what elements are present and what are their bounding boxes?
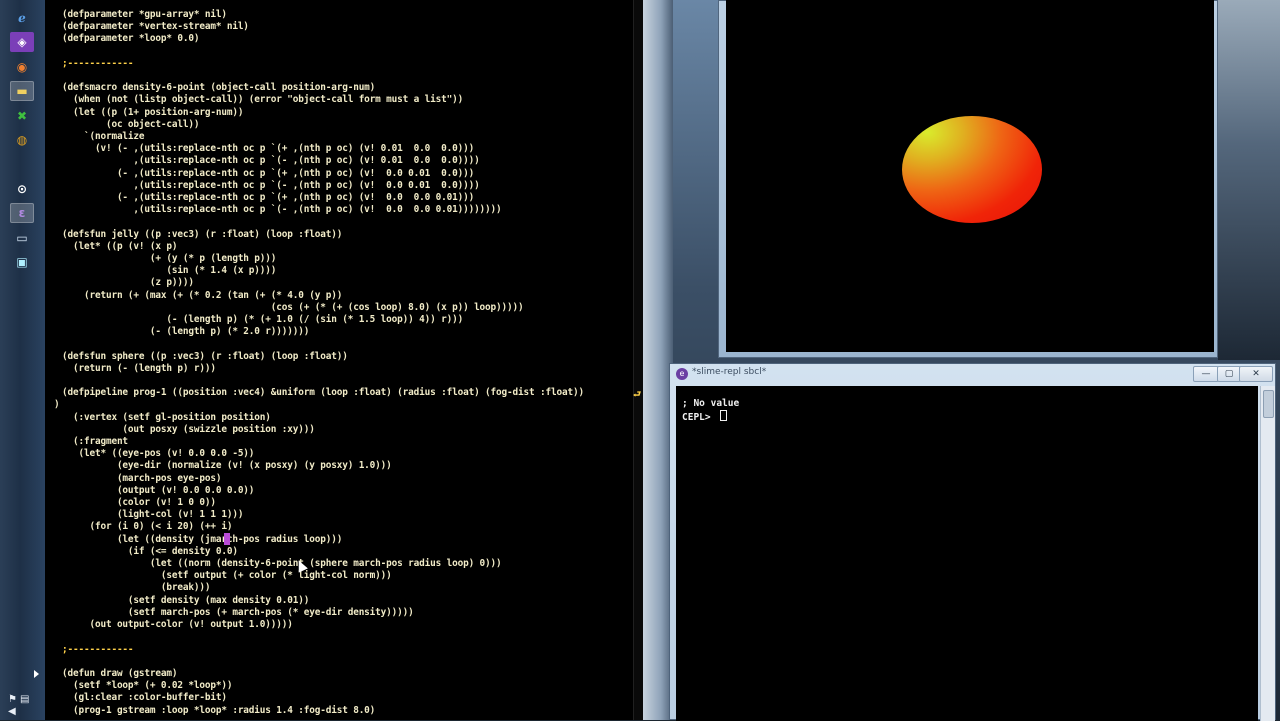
code-line: (out posxy (swizzle position :xy))) — [62, 424, 315, 435]
code-line: (defsmacro density-6-point (object-call … — [62, 82, 376, 93]
code-line: (sin (* 1.4 (x p)))) — [62, 265, 277, 276]
obs-icon[interactable]: ⊙ — [10, 179, 34, 199]
repl-cursor — [720, 410, 728, 421]
code-line: (defparameter *gpu-array* nil) — [62, 9, 227, 20]
text-cursor — [224, 533, 230, 545]
code-line: (output (v! 0.0 0.0 0.0)) — [62, 485, 255, 496]
minimize-button[interactable]: — — [1193, 366, 1219, 382]
code-line: (if (<= density 0.0) — [62, 546, 238, 557]
code-line: (march-pos eye-pos) — [62, 473, 222, 484]
flag-icon[interactable]: ⚑ — [8, 694, 17, 705]
code-line: (let ((norm (density-6-point (sphere mar… — [62, 558, 502, 569]
code-line: (let ((density (jmarch-pos radius loop))… — [62, 534, 343, 545]
emacs-icon[interactable]: ε — [10, 203, 34, 223]
code-line: ) — [54, 399, 60, 410]
firefox-icon[interactable]: ◉ — [10, 57, 34, 77]
repl-scrollbar[interactable] — [1260, 386, 1275, 721]
desktop-wallpaper-right — [1218, 0, 1280, 360]
rendered-blob — [902, 116, 1042, 223]
code-line: (defparameter *loop* 0.0) — [62, 33, 200, 44]
network-icon[interactable]: ▤ — [20, 694, 29, 705]
repl-titlebar[interactable]: e *slime-repl sbcl* — ▢ ✕ — [670, 364, 1275, 384]
code-line: (oc object-call)) — [62, 119, 200, 130]
ie-icon[interactable]: ℯ — [10, 8, 34, 28]
code-line: (:vertex (setf gl-position position) — [62, 412, 271, 423]
repl-buffer[interactable]: ; No value CEPL> — [676, 386, 1258, 721]
excel-icon[interactable]: ✖ — [10, 106, 34, 126]
repl-window-title: *slime-repl sbcl* — [692, 367, 767, 377]
chrome-icon[interactable]: ◍ — [10, 130, 34, 150]
code-line: (let ((p (1+ position-arg-num)) — [62, 107, 244, 118]
code-line: (defun draw (gstream) — [62, 668, 178, 679]
visual-studio-icon[interactable]: ◈ — [10, 32, 34, 52]
code-line: (return (+ (max (+ (* 0.2 (tan (+ (* 4.0… — [62, 290, 343, 301]
code-line: `(normalize — [62, 131, 145, 142]
taskbar: ℯ ◈ ◉ ▬ ✖ ◍ ⊙ ε ▭ ▣ ⚑ ▤ ◀ — [0, 0, 46, 720]
maximize-button[interactable]: ▢ — [1217, 366, 1241, 382]
window-icon[interactable]: ▭ — [10, 228, 34, 248]
code-line: (when (not (listp object-call)) (error "… — [62, 94, 464, 105]
system-tray: ⚑ ▤ ◀ — [6, 690, 42, 717]
code-line: (prog-1 gstream :loop *loop* :radius 1.4… — [62, 705, 376, 716]
comment-line: ;------------ — [62, 644, 134, 655]
code-line: (for (i 0) (< i 20) (++ i) — [62, 521, 233, 532]
tray-expand-icon[interactable] — [34, 670, 39, 678]
slime-repl-window[interactable]: e *slime-repl sbcl* — ▢ ✕ ; No value CEP… — [669, 363, 1276, 721]
code-line: (return (- (length p) r))) — [62, 363, 216, 374]
code-line: (- ,(utils:replace-nth oc p `(+ ,(nth p … — [62, 168, 475, 179]
gl-render-canvas[interactable] — [726, 0, 1214, 352]
code-line: (let* ((eye-pos (v! 0.0 0.0 -5)) — [62, 448, 255, 459]
code-line: ,(utils:replace-nth oc p `(- ,(nth p oc)… — [62, 204, 502, 215]
close-button[interactable]: ✕ — [1239, 366, 1273, 382]
code-line: (cos (+ (* (+ (cos loop) 8.0) (x p)) loo… — [62, 302, 524, 313]
code-line: (defsfun jelly ((p :vec3) (r :float) (lo… — [62, 229, 343, 240]
code-line: (setf march-pos (+ march-pos (* eye-dir … — [62, 607, 414, 618]
code-line: (- ,(utils:replace-nth oc p `(+ ,(nth p … — [62, 192, 475, 203]
emacs-app-icon: e — [676, 368, 688, 380]
console-icon[interactable]: ▣ — [10, 252, 34, 272]
code-line: (+ (y (* p (length p))) — [62, 253, 277, 264]
code-line: (light-col (v! 1 1 1))) — [62, 509, 244, 520]
speaker-icon[interactable]: ◀ — [8, 706, 16, 717]
code-line: (let* ((p (v! (x p) — [62, 241, 178, 252]
repl-prompt-text: CEPL> — [682, 412, 717, 423]
code-line: (defpipeline prog-1 ((position :vec4) &u… — [62, 387, 584, 398]
code-line: (- (length p) (* (+ 1.0 (/ (sin (* 1.5 l… — [62, 314, 464, 325]
code-line: (gl:clear :color-buffer-bit) — [62, 692, 227, 703]
code-line: (color (v! 1 0 0)) — [62, 497, 216, 508]
code-line: (setf output (+ color (* light-col norm)… — [62, 570, 392, 581]
code-line: ,(utils:replace-nth oc p `(- ,(nth p oc)… — [62, 155, 480, 166]
code-line: (setf density (max density 0.01)) — [62, 595, 310, 606]
code-line: (defsfun sphere ((p :vec3) (r :float) (l… — [62, 351, 348, 362]
code-line: (z p)))) — [62, 277, 194, 288]
code-line: (v! (- ,(utils:replace-nth oc p `(+ ,(nt… — [62, 143, 475, 154]
code-line: (setf *loop* (+ 0.02 *loop*)) — [62, 680, 233, 691]
code-line: (break))) — [62, 582, 211, 593]
code-line: (- (length p) (* 2.0 r))))))) — [62, 326, 310, 337]
repl-output-line: ; No value — [682, 398, 740, 409]
code-line: (:fragment — [62, 436, 128, 447]
line-continuation-icon: ⮐ — [633, 390, 642, 400]
comment-line: ;------------ — [62, 58, 134, 69]
code-line: ,(utils:replace-nth oc p `(- ,(nth p oc)… — [62, 180, 480, 191]
repl-prompt[interactable]: CEPL> — [682, 410, 728, 424]
code-line: (defparameter *vertex-stream* nil) — [62, 21, 249, 32]
code-line: (eye-dir (normalize (v! (x posxy) (y pos… — [62, 460, 392, 471]
repl-scrollbar-thumb[interactable] — [1263, 390, 1274, 418]
code-line: (out output-color (v! output 1.0))))) — [62, 619, 293, 630]
folder-icon[interactable]: ▬ — [10, 81, 34, 101]
